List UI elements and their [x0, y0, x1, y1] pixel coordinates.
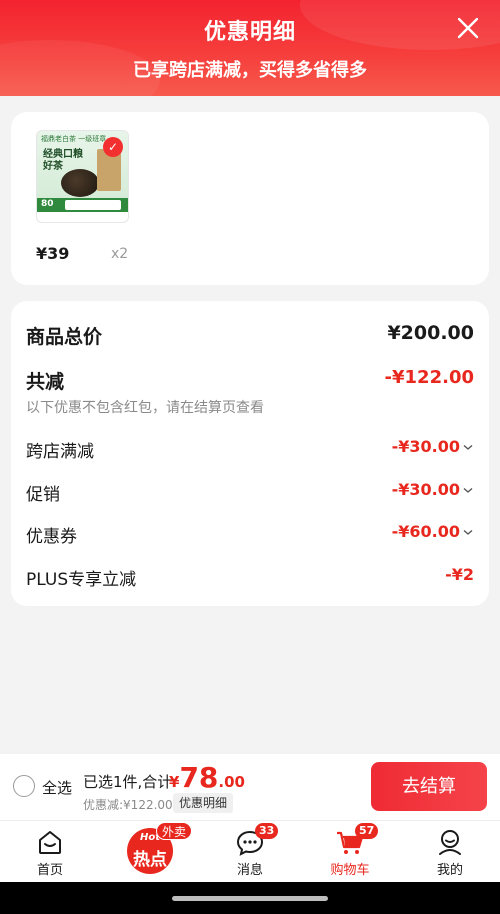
tab-label: 消息 [236, 863, 263, 878]
cart-badge: 57 [355, 823, 379, 839]
discount-item-label: 跨店满减 [26, 442, 94, 462]
discount-item-amount: -¥30.00 [391, 480, 460, 499]
page-title: 优惠明细 [203, 20, 296, 45]
tea-cake-graphic [61, 169, 99, 197]
tab-cart[interactable]: 57 购物车 [300, 821, 400, 883]
discount-detail-button[interactable]: 优惠明细 [173, 793, 234, 813]
product-quantity: x2 [111, 246, 129, 262]
hot-icon-main-text: 热点 [133, 850, 167, 870]
total-label: 商品总价 [26, 326, 103, 348]
home-icon [39, 831, 61, 854]
total-value: ¥200.00 [387, 322, 474, 344]
select-all-label[interactable]: 全选 [42, 777, 72, 798]
checkout-button[interactable]: 去结算 [371, 762, 487, 811]
discount-amount: 优惠减:¥122.00 [83, 798, 173, 812]
tab-profile[interactable]: 我的 [400, 821, 500, 883]
select-all-radio[interactable] [13, 775, 35, 797]
reduce-value: -¥122.00 [384, 367, 474, 388]
product-image[interactable]: 福鼎老白茶 一级班章 经典口粮好茶 ✓ 80 [36, 130, 129, 223]
discount-item-value: -¥2 [445, 565, 474, 584]
product-image-footer [37, 212, 128, 222]
tab-label: 首页 [36, 863, 63, 878]
hot-badge: 外卖 [156, 822, 193, 840]
close-icon[interactable] [454, 14, 482, 42]
total-amount-integer: 78 [179, 761, 219, 794]
reduce-label: 共减 [26, 371, 65, 393]
discount-item-coupon[interactable]: 优惠券 -¥60.00 [26, 522, 474, 547]
profile-icon [439, 830, 461, 855]
header: 优惠明细 已享跨店满减，买得多省得多 [0, 0, 500, 96]
product-image-tag [65, 200, 121, 210]
product-image-price: 80 [41, 199, 54, 209]
discount-item-label: 优惠券 [26, 527, 77, 547]
discount-item-value[interactable]: -¥30.00 [392, 437, 474, 456]
discount-item-cross-store[interactable]: 跨店满减 -¥30.00 [26, 437, 474, 462]
discount-item-value[interactable]: -¥60.00 [392, 522, 474, 541]
product-image-brand: 福鼎老白茶 一级班章 [41, 135, 107, 143]
discount-item-label: PLUS专享立减 [26, 570, 137, 590]
product-price: ¥39 [36, 244, 70, 263]
selected-count: 已选1件,合计: [83, 773, 178, 791]
product-card: 福鼎老白茶 一级班章 经典口粮好茶 ✓ 80 ¥39 x2 [11, 112, 489, 285]
discount-item-amount: -¥2 [445, 565, 474, 584]
page-subtitle: 已享跨店满减，买得多省得多 [133, 60, 367, 81]
tab-label: 我的 [436, 863, 463, 878]
discount-item-value[interactable]: -¥30.00 [392, 480, 474, 499]
system-navigation-bar [0, 882, 500, 914]
discount-item-promotion[interactable]: 促销 -¥30.00 [26, 480, 474, 505]
home-indicator[interactable] [172, 896, 328, 901]
chevron-down-icon [463, 444, 473, 450]
checkout-bar: 全选 已选1件,合计: ¥78.00 优惠减:¥122.00 优惠明细 去结算 [0, 754, 500, 820]
message-badge: 33 [255, 823, 279, 839]
discount-item-label: 促销 [26, 485, 60, 505]
discount-note: 以下优惠不包含红包，请在结算页查看 [26, 400, 264, 416]
product-image-price-bar: 80 [37, 198, 128, 212]
total-currency: ¥ [169, 773, 180, 791]
discount-item-amount: -¥60.00 [391, 522, 460, 541]
tab-home[interactable]: 首页 [0, 821, 100, 883]
reduce-row: 共减 -¥122.00 [26, 367, 474, 393]
discount-item-plus: PLUS专享立减 -¥2 [26, 565, 474, 590]
discount-summary-card: 商品总价 ¥200.00 共减 -¥122.00 以下优惠不包含红包，请在结算页… [11, 301, 489, 606]
chevron-down-icon [463, 529, 473, 535]
discount-item-amount: -¥30.00 [391, 437, 460, 456]
total-row: 商品总价 ¥200.00 [26, 322, 474, 348]
chevron-down-icon [463, 487, 473, 493]
selected-total: ¥78.00 [169, 761, 245, 794]
bottom-tab-bar: 首页 33 消息 57 购物车 我的 [0, 820, 500, 882]
total-amount-decimal: .00 [218, 773, 245, 791]
tab-label: 购物车 [330, 863, 370, 878]
check-icon: ✓ [103, 137, 123, 157]
tab-messages[interactable]: 33 消息 [200, 821, 300, 883]
